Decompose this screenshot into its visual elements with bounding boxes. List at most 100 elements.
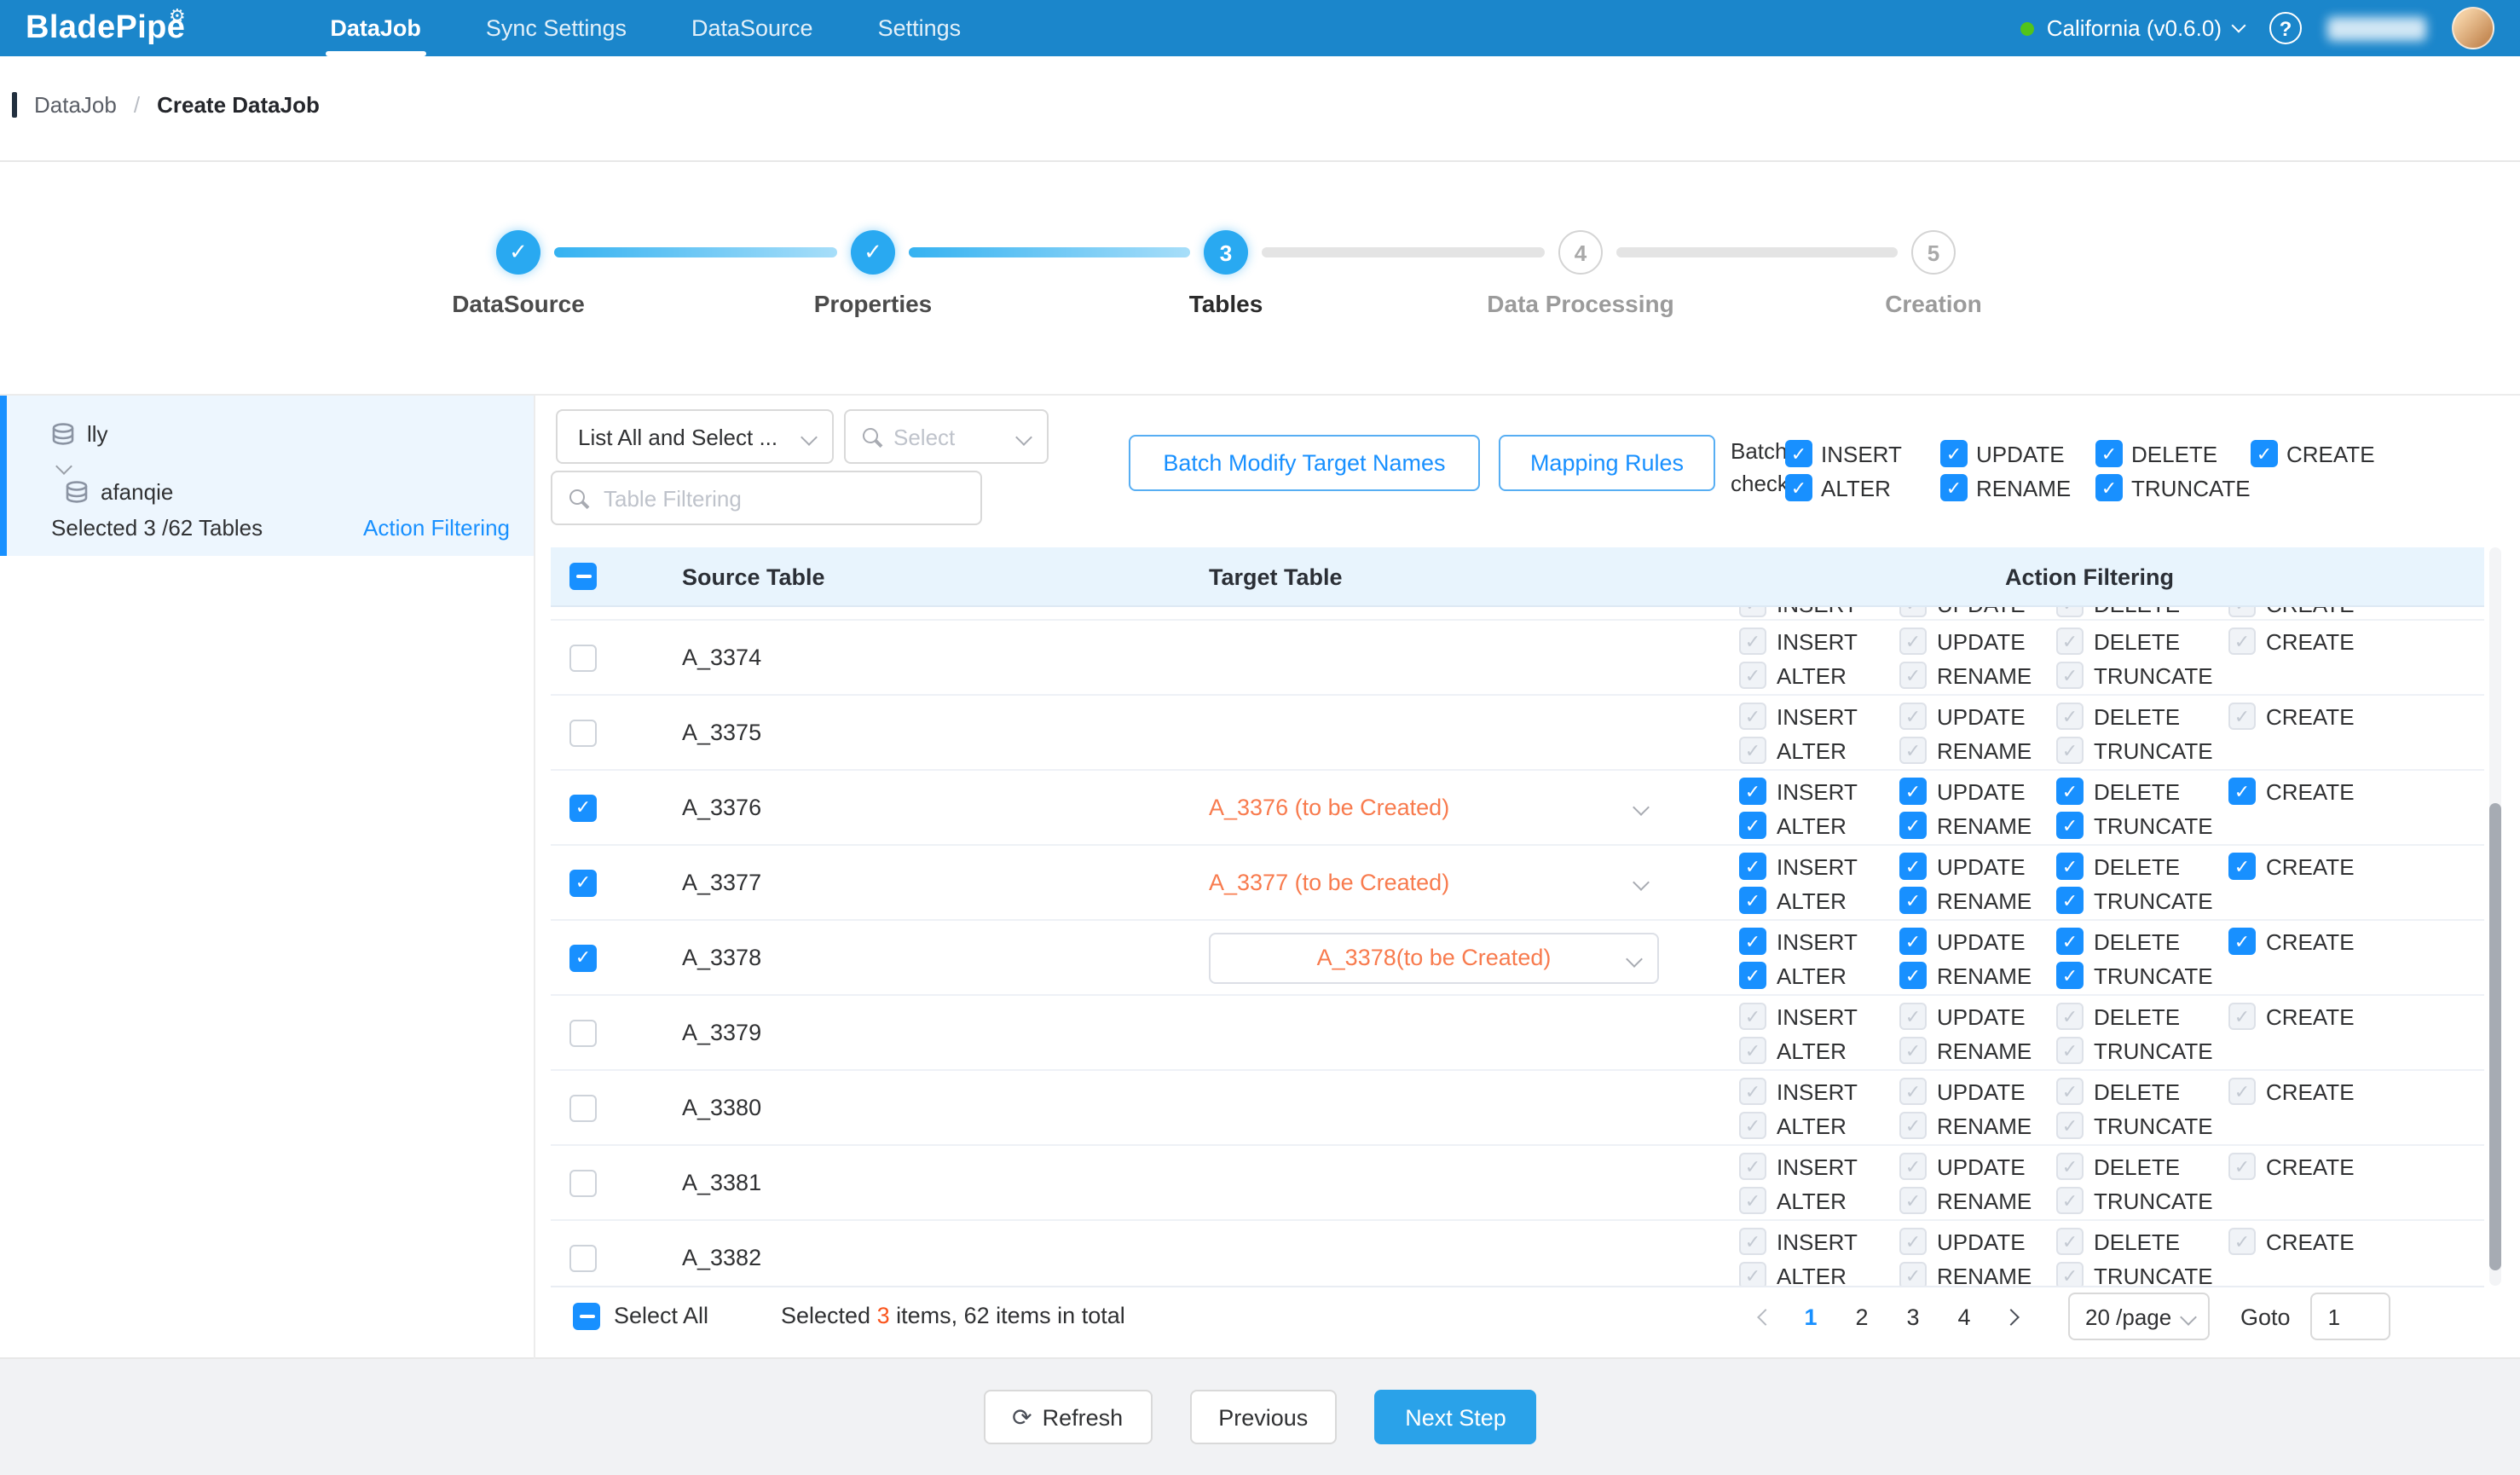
row-checkbox[interactable] — [569, 644, 597, 671]
action-label: CREATE — [2266, 1004, 2355, 1029]
batch-checkbox-alter[interactable] — [1785, 474, 1812, 501]
next-step-button[interactable]: Next Step — [1374, 1390, 1537, 1444]
step-properties[interactable]: ✓Properties — [702, 230, 1043, 317]
row-checkbox[interactable] — [569, 1244, 597, 1271]
action-checkbox-alter[interactable] — [1739, 887, 1766, 914]
search-icon — [863, 427, 881, 446]
app-logo[interactable]: BladePipe ⚙ — [26, 9, 212, 47]
target-database-row[interactable]: afanqie — [65, 479, 173, 505]
action-checkbox-truncate[interactable] — [2056, 962, 2084, 989]
table-filter-input[interactable] — [604, 485, 963, 511]
nav-item-datajob[interactable]: DataJob — [298, 0, 454, 56]
step-tables[interactable]: 3Tables — [1055, 230, 1396, 317]
batch-checkbox-rename[interactable] — [1940, 474, 1968, 501]
page-number-2[interactable]: 2 — [1836, 1304, 1887, 1329]
quick-select[interactable]: Select — [844, 409, 1049, 464]
action-item-truncate: TRUNCATE — [2056, 887, 2228, 914]
row-checkbox[interactable] — [569, 1169, 597, 1196]
action-checkbox-create[interactable] — [2228, 778, 2256, 805]
action-checkbox-insert — [1739, 1228, 1766, 1255]
action-checkbox-rename[interactable] — [1899, 962, 1927, 989]
prev-page-button[interactable] — [1744, 1310, 1785, 1322]
previous-button[interactable]: Previous — [1189, 1390, 1337, 1444]
list-mode-select[interactable]: List All and Select ... — [556, 409, 834, 464]
page-size-select[interactable]: 20 /page — [2068, 1293, 2210, 1340]
target-table-name[interactable]: A_3377 (to be Created) — [1209, 870, 1449, 895]
batch-modify-target-names-button[interactable]: Batch Modify Target Names — [1129, 435, 1480, 491]
page-number-1[interactable]: 1 — [1785, 1304, 1836, 1329]
step-datasource[interactable]: ✓DataSource — [348, 230, 689, 317]
action-checkbox-create[interactable] — [2228, 853, 2256, 880]
action-item-truncate: TRUNCATE — [2056, 737, 2228, 764]
row-checkbox[interactable] — [569, 794, 597, 821]
scrollbar-thumb[interactable] — [2489, 803, 2501, 1270]
goto-page-input[interactable] — [2311, 1293, 2391, 1340]
action-label: RENAME — [1937, 738, 2032, 763]
nav-menu: DataJobSync SettingsDataSourceSettings — [298, 0, 993, 56]
user-avatar[interactable] — [2452, 7, 2494, 49]
select-all-footer-checkbox[interactable] — [573, 1302, 600, 1329]
action-checkbox-create[interactable] — [2228, 928, 2256, 955]
target-table-select[interactable]: A_3378(to be Created) — [1209, 932, 1659, 983]
action-item-create: CREATE — [2228, 1078, 2355, 1105]
action-checkbox-truncate[interactable] — [2056, 812, 2084, 839]
region-selector[interactable]: California (v0.6.0) — [2021, 15, 2244, 41]
step-data-processing[interactable]: 4Data Processing — [1410, 230, 1751, 317]
batch-checkbox-create[interactable] — [2251, 440, 2278, 467]
source-database-row[interactable]: lly — [51, 421, 108, 447]
action-checkbox-alter[interactable] — [1739, 962, 1766, 989]
refresh-button[interactable]: ⟳ Refresh — [983, 1390, 1152, 1444]
batch-checkbox-insert[interactable] — [1785, 440, 1812, 467]
action-checkbox-delete[interactable] — [2056, 928, 2084, 955]
action-label: ALTER — [1777, 1113, 1847, 1138]
action-label: DELETE — [2094, 628, 2180, 654]
action-checkbox-rename[interactable] — [1899, 812, 1927, 839]
page-number-3[interactable]: 3 — [1887, 1304, 1939, 1329]
batch-checkbox-update[interactable] — [1940, 440, 1968, 467]
step-label: DataSource — [348, 290, 689, 317]
mapping-rules-button[interactable]: Mapping Rules — [1499, 435, 1715, 491]
row-checkbox[interactable] — [569, 1094, 597, 1121]
chevron-down-icon[interactable] — [1633, 799, 1650, 816]
action-checkbox-alter[interactable] — [1739, 812, 1766, 839]
next-page-button[interactable] — [1990, 1310, 2031, 1322]
row-checkbox[interactable] — [569, 1019, 597, 1046]
database-tree-selected[interactable]: lly afanqie Selected 3 /62 Tables Action… — [0, 396, 534, 556]
action-checkbox-rename[interactable] — [1899, 887, 1927, 914]
help-button[interactable]: ? — [2269, 12, 2302, 44]
row-checkbox[interactable] — [569, 719, 597, 746]
action-item-delete: DELETE — [2056, 1153, 2228, 1180]
batch-checkbox-delete[interactable] — [2095, 440, 2123, 467]
nav-item-datasource[interactable]: DataSource — [659, 0, 846, 56]
action-checkbox-delete — [2056, 1003, 2084, 1030]
action-checkbox-insert[interactable] — [1739, 928, 1766, 955]
action-filtering-link[interactable]: Action Filtering — [363, 515, 510, 541]
action-checkbox-insert[interactable] — [1739, 853, 1766, 880]
action-label: DELETE — [2094, 1004, 2180, 1029]
action-checkbox-truncate[interactable] — [2056, 887, 2084, 914]
chevron-down-icon[interactable] — [55, 458, 72, 475]
action-checkbox-update[interactable] — [1899, 928, 1927, 955]
table-row: A_3376A_3376 (to be Created)INSERTUPDATE… — [551, 771, 2484, 846]
breadcrumb-parent[interactable]: DataJob — [34, 91, 117, 117]
main-panel: List All and Select ... Select Batch Mod… — [535, 396, 2520, 1359]
batch-action-rename: RENAME — [1940, 474, 2095, 501]
nav-item-sync-settings[interactable]: Sync Settings — [454, 0, 659, 56]
action-checkbox-create — [2228, 607, 2256, 617]
step-label: Data Processing — [1410, 290, 1751, 317]
chevron-down-icon[interactable] — [1633, 874, 1650, 891]
action-checkbox-update[interactable] — [1899, 853, 1927, 880]
action-checkbox-update[interactable] — [1899, 778, 1927, 805]
action-checkbox-delete[interactable] — [2056, 853, 2084, 880]
row-checkbox[interactable] — [569, 869, 597, 896]
action-item-rename: RENAME — [1899, 1262, 2056, 1286]
page-number-4[interactable]: 4 — [1939, 1304, 1990, 1329]
select-all-checkbox[interactable] — [569, 563, 597, 590]
action-checkbox-insert[interactable] — [1739, 778, 1766, 805]
batch-checkbox-truncate[interactable] — [2095, 474, 2123, 501]
target-table-name[interactable]: A_3376 (to be Created) — [1209, 795, 1449, 820]
action-checkbox-delete[interactable] — [2056, 778, 2084, 805]
step-creation[interactable]: 5Creation — [1763, 230, 2104, 317]
nav-item-settings[interactable]: Settings — [846, 0, 994, 56]
row-checkbox[interactable] — [569, 944, 597, 971]
